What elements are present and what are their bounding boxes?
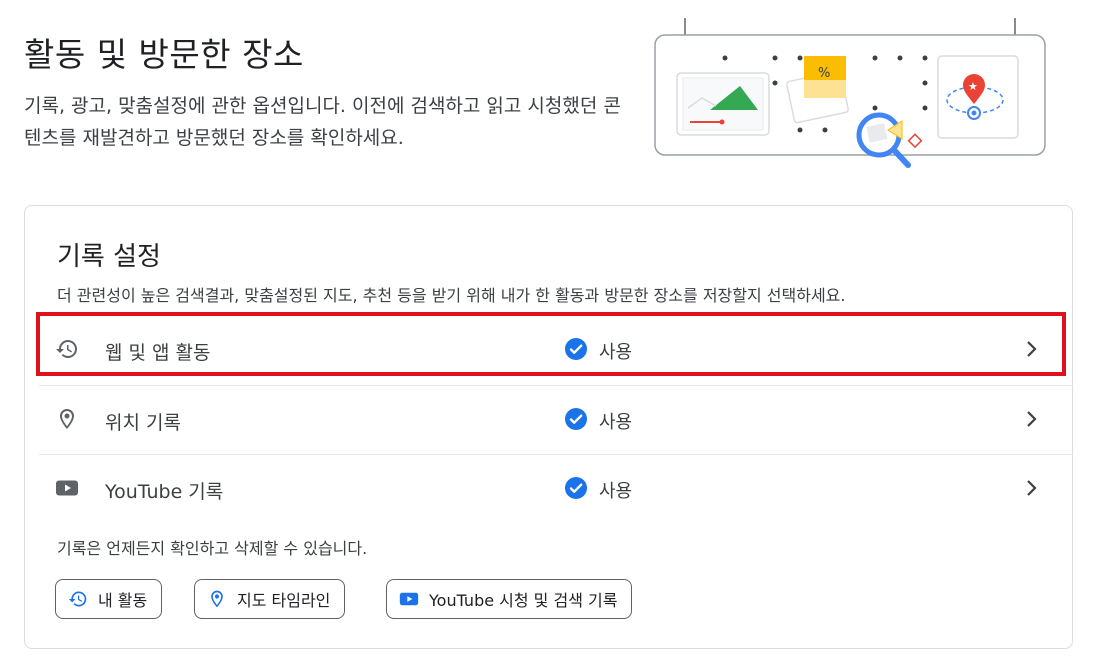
row-label: 위치 기록 bbox=[105, 412, 181, 434]
chip-label: 내 활동 bbox=[98, 591, 148, 610]
status-text: 사용 bbox=[599, 412, 633, 433]
chevron-right-icon bbox=[1027, 411, 1037, 427]
card-description: 더 관련성이 높은 검색결과, 맞춤설정된 지도, 추천 등을 받기 위해 내가… bbox=[57, 286, 846, 305]
location-history-row[interactable]: 위치 기록 사용 bbox=[39, 386, 1073, 452]
svg-text:%: % bbox=[818, 66, 830, 81]
history-settings-card: 기록 설정 더 관련성이 높은 검색결과, 맞춤설정된 지도, 추천 등을 받기… bbox=[24, 205, 1073, 649]
chevron-right-icon bbox=[1027, 341, 1037, 357]
history-icon bbox=[68, 591, 87, 607]
page-description: 기록, 광고, 맞춤설정에 관한 옵션입니다. 이전에 검색하고 읽고 시청했던… bbox=[24, 95, 621, 149]
history-icon bbox=[56, 340, 77, 358]
my-activity-button[interactable]: 내 활동 bbox=[55, 579, 163, 619]
row-label: YouTube 기록 bbox=[105, 481, 224, 503]
web-app-activity-row[interactable]: 웹 및 앱 활동 사용 bbox=[39, 316, 1073, 382]
youtube-watch-search-history-button[interactable]: YouTube 시청 및 검색 기록 bbox=[386, 579, 633, 619]
card-title: 기록 설정 bbox=[57, 242, 161, 272]
chip-label: 지도 타임라인 bbox=[237, 591, 331, 610]
chip-label: YouTube 시청 및 검색 기록 bbox=[429, 591, 618, 610]
check-circle-icon bbox=[565, 338, 587, 360]
check-circle-icon bbox=[565, 477, 587, 499]
activity-illustration: % ★ bbox=[654, 18, 1046, 168]
footer-note: 기록은 언제든지 확인하고 삭제할 수 있습니다. bbox=[57, 539, 368, 558]
row-label: 웹 및 앱 활동 bbox=[105, 342, 211, 364]
youtube-icon bbox=[399, 592, 419, 606]
youtube-history-row[interactable]: YouTube 기록 사용 bbox=[39, 455, 1073, 521]
location-pin-icon bbox=[211, 590, 223, 608]
maps-timeline-button[interactable]: 지도 타임라인 bbox=[194, 579, 346, 619]
youtube-icon bbox=[56, 480, 78, 496]
page-title: 활동 및 방문한 장소 bbox=[24, 35, 304, 74]
chevron-right-icon bbox=[1027, 480, 1037, 496]
check-circle-icon bbox=[565, 408, 587, 430]
status-text: 사용 bbox=[599, 342, 633, 363]
location-pin-icon bbox=[60, 409, 74, 429]
svg-text:★: ★ bbox=[968, 80, 978, 93]
status-text: 사용 bbox=[599, 481, 633, 502]
